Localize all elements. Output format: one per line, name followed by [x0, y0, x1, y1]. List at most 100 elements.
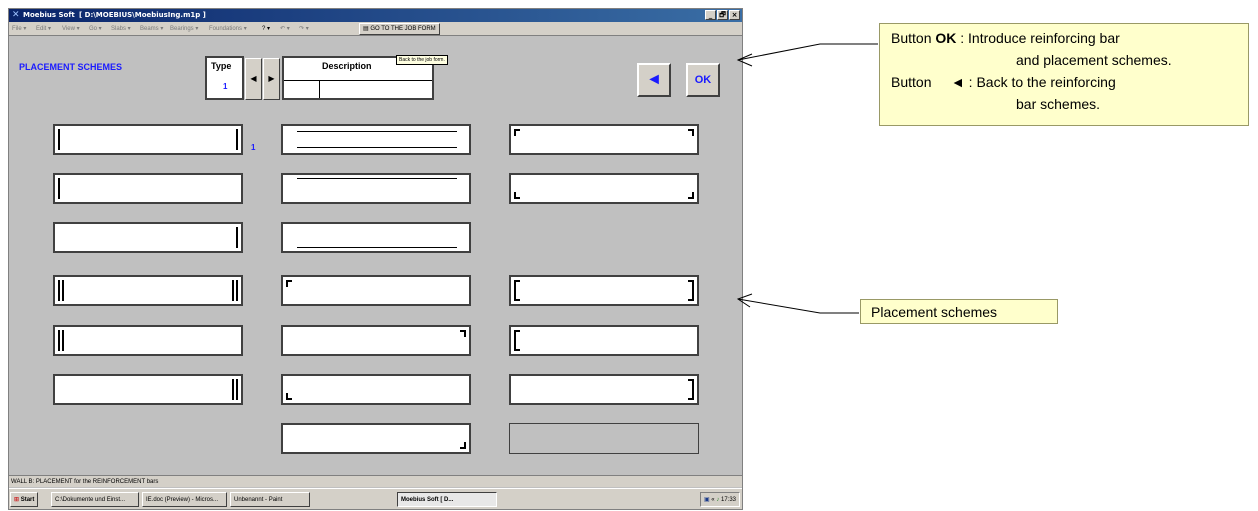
callout-line-3: Button ◄ : Back to the reinforcing: [891, 74, 1116, 90]
minimize-button[interactable]: _: [705, 10, 716, 20]
app-logo-icon: ✕: [12, 10, 20, 20]
tray-expand-icon[interactable]: «: [711, 497, 714, 503]
job-form-tooltip: Back to the job form.: [396, 55, 448, 65]
back-button[interactable]: ◄: [637, 63, 671, 97]
scheme-option-14[interactable]: [509, 124, 699, 155]
description-label: Description: [322, 61, 372, 71]
section-title: PLACEMENT SCHEMES: [19, 62, 123, 72]
bar-mark: [688, 280, 694, 282]
job-form-label: GO TO THE JOB FORM: [370, 26, 436, 32]
type-value: 1: [223, 82, 228, 91]
bar-mark: [58, 330, 60, 351]
bar-mark: [460, 447, 466, 449]
menu-beams[interactable]: Beams ▾: [140, 22, 163, 36]
previous-type-button[interactable]: ◀: [245, 58, 262, 100]
scheme-option-9[interactable]: [281, 222, 471, 253]
bar-mark: [514, 280, 516, 301]
bar-mark: [514, 197, 520, 199]
scheme-option-18[interactable]: [509, 374, 699, 405]
caret-left-icon: ◀: [250, 74, 257, 83]
bar-mark: [236, 379, 238, 400]
scheme-option-5[interactable]: [53, 325, 243, 356]
scheme-option-empty[interactable]: [509, 423, 699, 454]
next-type-button[interactable]: ▶: [263, 58, 280, 100]
scheme-option-7[interactable]: [281, 124, 471, 155]
type-label: Type: [211, 61, 232, 71]
bar-mark: [286, 280, 292, 282]
scheme-option-1[interactable]: [53, 124, 243, 155]
callout-line-4: bar schemes.: [1016, 96, 1101, 112]
menu-view[interactable]: View ▾: [62, 22, 80, 36]
menu-go[interactable]: Go ▾: [89, 22, 102, 36]
caret-right-icon: ▶: [268, 74, 275, 83]
ok-callout-arrow: [737, 43, 878, 61]
bar-mark: [297, 131, 457, 132]
scheme-suffix: 1: [251, 143, 256, 152]
bar-mark: [236, 227, 238, 248]
scheme-option-15[interactable]: [509, 173, 699, 204]
bar-mark: [514, 330, 516, 351]
bar-mark: [692, 280, 694, 301]
taskbar: ⊞ Start C:\Dokumente und Einst... IE.doc…: [9, 488, 742, 509]
bar-mark: [58, 178, 60, 199]
bar-mark: [286, 398, 292, 400]
menu-bearings[interactable]: Bearings ▾: [170, 22, 198, 36]
bar-mark: [58, 280, 60, 301]
application-window: ✕ Moebius Soft [ D:\MOEBIUS\MoebiusIng.m…: [8, 8, 743, 510]
ok-button[interactable]: OK: [686, 63, 720, 97]
system-tray: ▣ « ♪ 17:33: [699, 492, 740, 507]
start-button[interactable]: ⊞ Start: [10, 492, 39, 507]
type-field[interactable]: Type 1: [205, 56, 244, 100]
scheme-option-6[interactable]: [53, 374, 243, 405]
restore-button[interactable]: 🗗: [717, 10, 728, 20]
scheme-option-16[interactable]: [509, 275, 699, 306]
task-explorer[interactable]: C:\Dokumente und Einst...: [51, 492, 139, 507]
scheme-option-12[interactable]: [281, 374, 471, 405]
bar-mark: [688, 299, 694, 301]
menu-slabs[interactable]: Slabs ▾: [111, 22, 131, 36]
scheme-option-8[interactable]: [281, 173, 471, 204]
bar-mark: [62, 330, 64, 351]
placement-schemes-callout: Placement schemes: [860, 299, 1058, 324]
scheme-option-2[interactable]: [53, 173, 243, 204]
windows-logo-icon: ⊞: [14, 497, 20, 503]
menu-help[interactable]: ? ▾: [262, 22, 270, 36]
menu-foundations[interactable]: Foundations ▾: [209, 22, 247, 36]
scheme-option-10[interactable]: [281, 275, 471, 306]
scheme-option-4[interactable]: [53, 275, 243, 306]
scheme-option-17[interactable]: [509, 325, 699, 356]
scheme-option-3[interactable]: [53, 222, 243, 253]
close-button[interactable]: ×: [729, 10, 740, 20]
go-to-job-form-button[interactable]: ▤ GO TO THE JOB FORM: [359, 23, 440, 35]
bar-mark: [514, 299, 520, 301]
scheme-option-13[interactable]: [281, 423, 471, 454]
task-word[interactable]: IE.doc (Preview) - Micros...: [142, 492, 227, 507]
menu-redo[interactable]: ↷ ▾: [299, 22, 309, 36]
scheme-option-11[interactable]: [281, 325, 471, 356]
task-paint[interactable]: Unbenannt - Paint: [230, 492, 310, 507]
bar-mark: [688, 129, 694, 131]
bar-mark: [297, 178, 457, 179]
ok-button-callout: Button OK : Introduce reinforcing bar an…: [879, 23, 1249, 126]
tray-volume-icon[interactable]: ♪: [716, 497, 719, 503]
form-area: PLACEMENT SCHEMES Type 1 ◀ ▶ Description…: [9, 37, 742, 475]
bar-mark: [514, 280, 520, 282]
bar-mark: [62, 280, 64, 301]
status-bar: WALL B: PLACEMENT for the REINFORCEMENT …: [9, 475, 742, 487]
start-label: Start: [20, 497, 35, 503]
description-text-cell[interactable]: [320, 80, 432, 98]
bar-mark: [688, 197, 694, 199]
menu-edit[interactable]: Edit ▾: [36, 22, 51, 36]
bar-mark: [514, 330, 520, 332]
task-moebius[interactable]: Moebius Soft [ D...: [397, 492, 497, 507]
callout-text: : Introduce reinforcing bar: [956, 30, 1120, 46]
description-code-cell[interactable]: [284, 80, 320, 98]
placement-callout-arrow: [737, 298, 859, 314]
bar-mark: [688, 379, 694, 381]
callout-bold: OK: [935, 30, 957, 46]
bar-mark: [58, 129, 60, 150]
bar-mark: [514, 349, 520, 351]
menu-undo[interactable]: ↶ ▾: [280, 22, 290, 36]
bar-mark: [297, 147, 457, 148]
menu-file[interactable]: File ▾: [12, 22, 26, 36]
